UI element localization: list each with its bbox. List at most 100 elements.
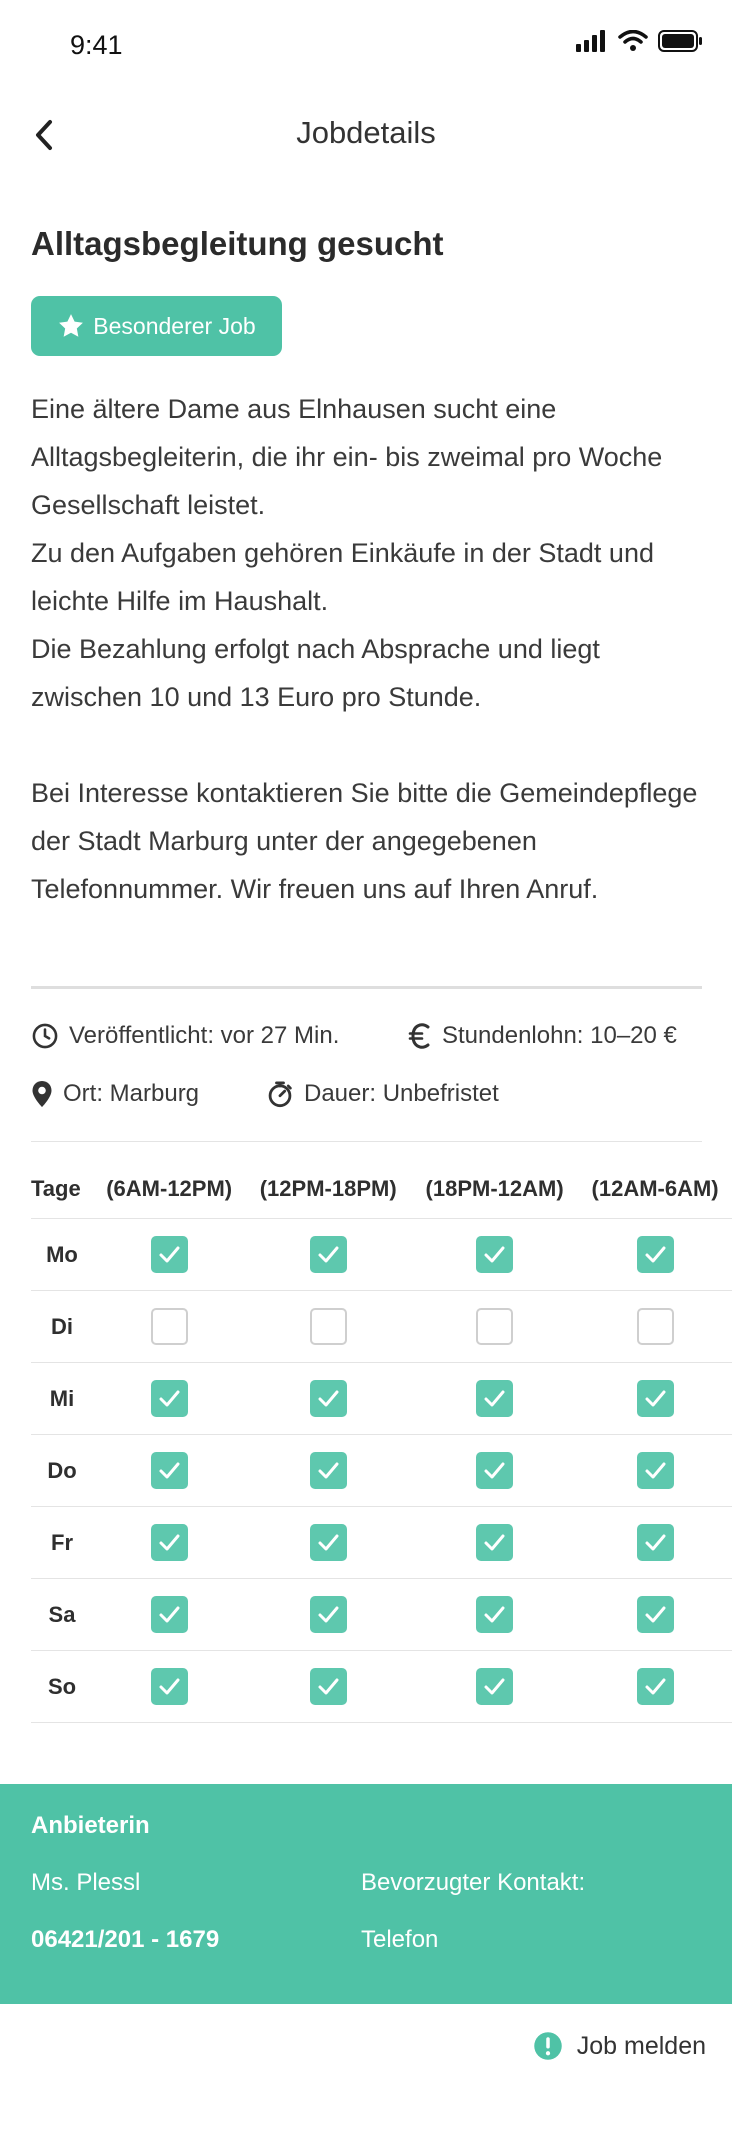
table-cell [578, 1506, 732, 1579]
day-label: Fr [31, 1506, 93, 1579]
status-time: 9:41 [70, 30, 123, 60]
checkbox-morning[interactable] [150, 1596, 188, 1633]
checkbox-afternoon[interactable] [309, 1524, 347, 1561]
table-cell [245, 1290, 412, 1363]
checkbox-afternoon[interactable] [309, 1308, 347, 1345]
status-icons [576, 30, 704, 52]
checkbox-evening[interactable] [476, 1524, 514, 1561]
checkbox-evening[interactable] [476, 1668, 514, 1705]
availability-table: Tage (6AM-12PM) (12PM-18PM) (18PM-12AM) … [31, 1160, 732, 1723]
nav-bar: Jobdetails [0, 105, 732, 165]
location-text: Ort: Marburg [63, 1080, 200, 1107]
checkbox-night[interactable] [636, 1308, 674, 1345]
table-cell [93, 1434, 246, 1507]
checkbox-evening[interactable] [476, 1596, 514, 1633]
checkmark-icon [159, 1534, 180, 1551]
table-row: Mo [31, 1218, 732, 1291]
published-info: Veröffentlicht: vor 27 Min. [31, 1022, 339, 1050]
divider [31, 1141, 702, 1142]
checkmark-icon [645, 1390, 666, 1407]
checkbox-afternoon[interactable] [309, 1668, 347, 1705]
wage-info: Stundenlohn: 10–20 € [408, 1022, 677, 1050]
duration-text: Dauer: Unbefristet [304, 1080, 499, 1107]
table-cell [578, 1290, 732, 1363]
checkbox-morning[interactable] [150, 1236, 188, 1273]
duration-info: Dauer: Unbefristet [266, 1080, 499, 1108]
published-text: Veröffentlicht: vor 27 Min. [69, 1022, 340, 1049]
table-row: Di [31, 1290, 732, 1363]
checkbox-morning[interactable] [150, 1524, 188, 1561]
checkmark-icon [159, 1462, 180, 1479]
checkbox-afternoon[interactable] [309, 1236, 347, 1273]
checkmark-icon [645, 1534, 666, 1551]
checkbox-evening[interactable] [476, 1380, 514, 1417]
table-cell [245, 1506, 412, 1579]
checkmark-icon [484, 1390, 505, 1407]
table-cell [93, 1362, 246, 1435]
checkmark-icon [318, 1390, 339, 1407]
table-cell [245, 1578, 412, 1651]
checkbox-evening[interactable] [476, 1308, 514, 1345]
table-cell [578, 1362, 732, 1435]
checkmark-icon [645, 1462, 666, 1479]
table-cell [578, 1578, 732, 1651]
report-job-button[interactable]: Job melden [533, 2031, 706, 2061]
table-cell [245, 1362, 412, 1435]
table-cell [93, 1290, 246, 1363]
table-cell [93, 1218, 246, 1291]
checkbox-evening[interactable] [476, 1452, 514, 1489]
checkbox-morning[interactable] [150, 1380, 188, 1417]
checkmark-icon [159, 1246, 180, 1263]
checkmark-icon [645, 1678, 666, 1695]
checkmark-icon [318, 1678, 339, 1695]
day-label: So [31, 1650, 93, 1723]
wifi-icon [618, 30, 648, 51]
checkbox-night[interactable] [636, 1668, 674, 1705]
checkbox-afternoon[interactable] [309, 1596, 347, 1633]
description-paragraph: Zu den Aufgaben gehören Einkäufe in der … [31, 538, 654, 616]
checkbox-afternoon[interactable] [309, 1380, 347, 1417]
checkmark-icon [645, 1246, 666, 1263]
table-cell [411, 1506, 579, 1579]
checkbox-night[interactable] [636, 1236, 674, 1273]
table-cell [411, 1650, 579, 1723]
table-cell [578, 1218, 732, 1291]
table-cell [411, 1434, 579, 1507]
provider-phone[interactable]: 06421/201 - 1679 [31, 1926, 219, 1954]
checkbox-afternoon[interactable] [309, 1452, 347, 1489]
provider-card: Anbieterin Ms. Plessl 06421/201 - 1679 B… [0, 1784, 732, 2004]
checkbox-night[interactable] [636, 1524, 674, 1561]
preferred-contact-label: Bevorzugter Kontakt: [361, 1869, 586, 1896]
checkbox-night[interactable] [636, 1596, 674, 1633]
checkmark-icon [484, 1606, 505, 1623]
checkbox-morning[interactable] [150, 1668, 188, 1705]
star-icon [59, 314, 84, 337]
description-paragraph: Die Bezahlung erfolgt nach Absprache und… [31, 634, 600, 712]
table-row: Mi [31, 1362, 732, 1435]
battery-icon [658, 30, 702, 52]
checkbox-evening[interactable] [476, 1236, 514, 1273]
column-header-afternoon: (12PM-18PM) [259, 1176, 397, 1201]
table-cell [93, 1506, 246, 1579]
checkbox-morning[interactable] [150, 1308, 188, 1345]
badge-label: Besonderer Job [93, 312, 256, 339]
euro-icon [408, 1023, 430, 1049]
table-cell [411, 1578, 579, 1651]
table-row: Do [31, 1434, 732, 1507]
table-cell [411, 1218, 579, 1291]
checkmark-icon [318, 1462, 339, 1479]
checkbox-night[interactable] [636, 1452, 674, 1489]
table-header-row: Tage (6AM-12PM) (12PM-18PM) (18PM-12AM) … [31, 1160, 732, 1219]
report-job-label: Job melden [576, 2031, 706, 2060]
page-title: Jobdetails [296, 115, 436, 150]
table-cell [245, 1650, 412, 1723]
checkbox-morning[interactable] [150, 1452, 188, 1489]
checkmark-icon [159, 1678, 180, 1695]
checkbox-night[interactable] [636, 1380, 674, 1417]
table-cell [578, 1434, 732, 1507]
job-title: Alltagsbegleitung gesucht [31, 225, 444, 262]
column-header-night: (12AM-6AM) [591, 1176, 719, 1201]
checkmark-icon [484, 1246, 505, 1263]
checkmark-icon [159, 1390, 180, 1407]
